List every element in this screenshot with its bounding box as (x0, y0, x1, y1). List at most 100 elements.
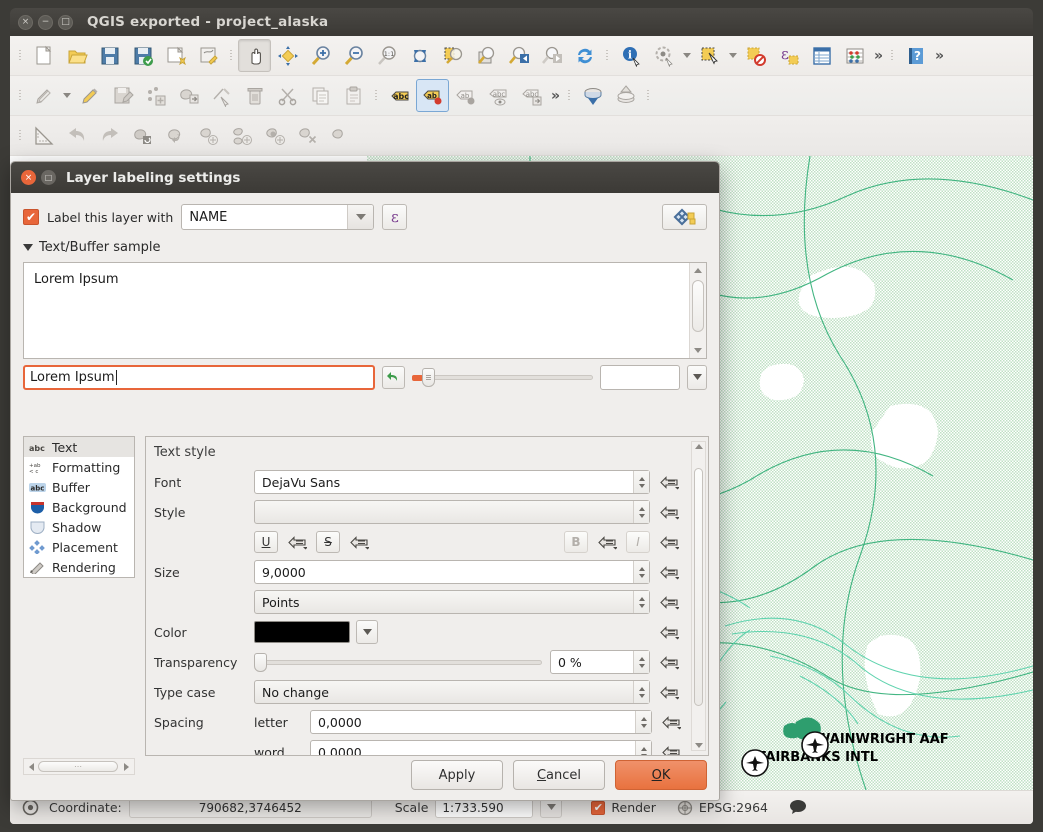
scroll-up-icon[interactable] (690, 263, 706, 278)
sample-preview-area[interactable]: Lorem Ipsum (23, 262, 707, 359)
transparency-spinbox[interactable]: 0 % (550, 650, 650, 674)
toolbar-overflow2-icon[interactable]: » (932, 48, 947, 64)
transparency-slider[interactable] (254, 652, 542, 672)
show-hide-labels-icon[interactable]: ab (449, 79, 482, 112)
toolbar-grip[interactable] (17, 46, 24, 66)
pan-map-icon[interactable] (238, 39, 271, 72)
delete-part-icon[interactable] (324, 119, 357, 152)
pan-to-selection-icon[interactable] (271, 39, 304, 72)
toolbar-overflow-icon[interactable]: » (871, 48, 886, 64)
add-postgis-layer-icon[interactable] (576, 79, 609, 112)
transparency-data-defined-override-icon[interactable] (658, 652, 680, 672)
style-data-defined-override-icon[interactable] (658, 502, 680, 522)
toolbar-grip-4[interactable] (889, 46, 896, 66)
messages-bubble-icon[interactable] (789, 799, 807, 817)
zoom-last-icon[interactable] (502, 39, 535, 72)
zoom-actual-size-icon[interactable]: 1:1 (370, 39, 403, 72)
new-print-composer-icon[interactable] (159, 39, 192, 72)
spacing-word-spinbox[interactable]: 0,0000 (310, 740, 652, 756)
form-scroll-thumb[interactable] (694, 468, 703, 706)
zoom-to-layer-icon[interactable] (469, 39, 502, 72)
sidebar-item-shadow[interactable]: Shadow (24, 517, 134, 537)
delete-selected-icon[interactable] (238, 79, 271, 112)
labels-overflow-icon[interactable]: » (548, 88, 563, 104)
size-unit-data-defined-override-icon[interactable] (658, 592, 680, 612)
window-minimize-button[interactable]: − (38, 15, 53, 30)
layer-settings-button[interactable] (662, 204, 707, 230)
pin-labels-icon[interactable]: ab (416, 79, 449, 112)
sidebar-item-rendering[interactable]: Rendering (24, 557, 134, 577)
zoom-out-icon[interactable] (337, 39, 370, 72)
type-case-stepper[interactable] (633, 681, 649, 703)
new-project-icon[interactable] (27, 39, 60, 72)
scroll-thumb[interactable] (692, 280, 704, 332)
label-field-combo[interactable]: NAME (181, 204, 374, 230)
fill-ring-icon[interactable] (258, 119, 291, 152)
bold-toggle-button[interactable]: B (564, 531, 588, 553)
italic-toggle-button[interactable]: I (626, 531, 650, 553)
style-stepper[interactable] (633, 501, 649, 523)
enable-tracing-icon[interactable] (27, 119, 60, 152)
size-unit-combo[interactable]: Points (254, 590, 650, 614)
style-combo[interactable] (254, 500, 650, 524)
underline-data-defined-override-icon[interactable] (286, 532, 308, 552)
undo-icon[interactable] (60, 119, 93, 152)
size-spinbox[interactable]: 9,0000 (254, 560, 650, 584)
redo-icon[interactable] (93, 119, 126, 152)
scroll-right-icon[interactable] (118, 763, 134, 771)
slider-handle[interactable] (422, 368, 435, 387)
rotate-feature-icon[interactable] (126, 119, 159, 152)
zoom-full-icon[interactable] (403, 39, 436, 72)
dialog-close-button[interactable]: × (21, 170, 36, 185)
simplify-feature-icon[interactable] (159, 119, 192, 152)
transparency-stepper[interactable] (633, 651, 649, 673)
add-feature-icon[interactable] (139, 79, 172, 112)
size-stepper[interactable] (633, 561, 649, 583)
toolbar-grip-2[interactable] (228, 46, 235, 66)
save-project-as-icon[interactable] (126, 39, 159, 72)
zoom-next-icon[interactable] (535, 39, 568, 72)
text-color-swatch[interactable] (254, 621, 350, 643)
font-data-defined-override-icon[interactable] (658, 472, 680, 492)
statistical-summary-icon[interactable] (838, 39, 871, 72)
dialog-maximize-button[interactable]: □ (41, 170, 56, 185)
move-feature-icon[interactable] (172, 79, 205, 112)
sample-scale-dropdown-icon[interactable] (687, 365, 707, 390)
render-checkbox[interactable]: ✔ Render (591, 800, 656, 815)
font-stepper[interactable] (633, 471, 649, 493)
bold-data-defined-override-icon[interactable] (596, 532, 618, 552)
add-spatialite-layer-icon[interactable] (609, 79, 642, 112)
sidebar-item-text[interactable]: abc Text (24, 437, 134, 457)
type-case-combo[interactable]: No change (254, 680, 650, 704)
measure-dropdown-icon[interactable] (680, 39, 693, 72)
sample-preview-scrollbar[interactable] (689, 263, 706, 358)
form-scroll-up-icon[interactable] (692, 442, 705, 449)
size-unit-stepper[interactable] (633, 591, 649, 613)
spacing-word-data-defined-override-icon[interactable] (660, 742, 682, 756)
identify-features-icon[interactable]: i (614, 39, 647, 72)
current-edits-dropdown-icon[interactable] (60, 79, 73, 112)
node-tool-icon[interactable] (205, 79, 238, 112)
toolbar-grip-5[interactable] (17, 86, 24, 106)
toolbar-grip-6[interactable] (373, 86, 380, 106)
strikethrough-data-defined-override-icon[interactable] (348, 532, 370, 552)
tab-list-horizontal-scrollbar[interactable]: ⋯ (23, 758, 135, 775)
open-project-icon[interactable] (60, 39, 93, 72)
measure-line-icon[interactable] (647, 39, 680, 72)
toolbar-grip-3[interactable] (604, 46, 611, 66)
transparency-slider-handle[interactable] (254, 653, 267, 672)
sample-scale-input[interactable] (600, 365, 680, 390)
label-field-chevron-down-icon[interactable] (347, 205, 373, 229)
save-layer-edits-icon[interactable] (106, 79, 139, 112)
save-project-icon[interactable] (93, 39, 126, 72)
text-color-dropdown-icon[interactable] (356, 620, 378, 644)
settings-tab-list[interactable]: abc Text +ab< c Formatting abc Buffer (23, 436, 135, 578)
composer-manager-icon[interactable] (192, 39, 225, 72)
form-scroll-down-icon[interactable] (692, 743, 705, 748)
toolbar-grip-9[interactable] (17, 126, 24, 146)
scroll-down-icon[interactable] (690, 343, 706, 358)
strikethrough-toggle-button[interactable]: S (316, 531, 340, 553)
deselect-features-icon[interactable] (739, 39, 772, 72)
sidebar-item-placement[interactable]: Placement (24, 537, 134, 557)
cancel-button[interactable]: Cancel (513, 760, 605, 790)
